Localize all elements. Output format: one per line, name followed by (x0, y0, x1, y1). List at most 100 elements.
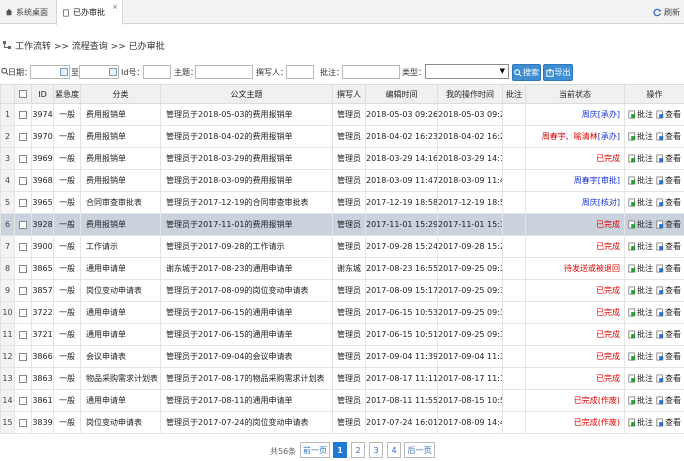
annotate-button[interactable]: 批注 (628, 241, 653, 252)
view-button[interactable]: 查看 (656, 417, 681, 428)
table-row[interactable]: 2 3970 一般 费用报销单 管理员于2018-04-02的费用报销单 管理员 2018-… (0, 125, 684, 148)
table-row[interactable]: 13 3863 一般 物品采购需求计划表 管理员于2017-08-17的物品采购需求计划… (0, 367, 684, 390)
view-button[interactable]: 查看 (656, 285, 681, 296)
annotate-button[interactable]: 批注 (628, 153, 653, 164)
annotate-button[interactable]: 批注 (628, 373, 653, 384)
calendar-icon[interactable] (109, 68, 117, 76)
header-my-op-time[interactable]: 我的操作时间 (437, 84, 503, 104)
table-row[interactable]: 6 3928 一般 费用报销单 管理员于2017-11-01的费用报销单 管理员 2017-… (0, 213, 684, 236)
table-row[interactable]: 9 3857 一般 岗位变动申请表 管理员于2017-08-09的岗位变动申请表 管理员 2… (0, 279, 684, 302)
table-row[interactable]: 3 3969 一般 费用报销单 管理员于2018-03-29的费用报销单 管理员 2018-… (0, 147, 684, 170)
cell-subject[interactable]: 管理员于2017-09-28的工作请示 (160, 235, 333, 258)
view-button[interactable]: 查看 (656, 197, 681, 208)
subject-field[interactable] (195, 65, 253, 79)
view-button[interactable]: 查看 (656, 131, 681, 142)
annotate-button[interactable]: 批注 (628, 263, 653, 274)
view-button[interactable]: 查看 (656, 395, 681, 406)
author-field[interactable] (286, 65, 314, 79)
calendar-icon[interactable] (60, 68, 68, 76)
annotate-button[interactable]: 批注 (628, 351, 653, 362)
annotate-button[interactable]: 批注 (628, 175, 653, 186)
row-checkbox-cell[interactable] (14, 389, 32, 412)
header-edit-time[interactable]: 编辑时间 (365, 84, 438, 104)
row-checkbox-cell[interactable] (14, 257, 32, 280)
annotate-button[interactable]: 批注 (628, 197, 653, 208)
cell-subject[interactable]: 管理员于2017-07-24的岗位变动申请表 (160, 411, 333, 434)
view-button[interactable]: 查看 (656, 373, 681, 384)
view-button[interactable]: 查看 (656, 263, 681, 274)
row-checkbox-cell[interactable] (14, 169, 32, 192)
view-button[interactable]: 查看 (656, 153, 681, 164)
cell-subject[interactable]: 谢东城于2017-08-23的通用申请单 (160, 257, 333, 280)
row-checkbox-cell[interactable] (14, 301, 32, 324)
header-select-all[interactable] (14, 84, 32, 104)
annotate-button[interactable]: 批注 (628, 109, 653, 120)
cell-subject[interactable]: 管理员于2018-03-09的费用报销单 (160, 169, 333, 192)
checkbox[interactable] (19, 396, 27, 405)
header-id[interactable]: ID (31, 84, 54, 104)
annotate-button[interactable]: 批注 (628, 417, 653, 428)
checkbox[interactable] (19, 242, 27, 251)
checkbox[interactable] (19, 418, 27, 427)
row-checkbox-cell[interactable] (14, 235, 32, 258)
cell-subject[interactable]: 管理员于2017-08-11的通用申请单 (160, 389, 333, 412)
table-row[interactable]: 11 3721 一般 通用申请单 管理员于2017-06-15的通用申请单 管理员 2017… (0, 323, 684, 346)
checkbox[interactable] (19, 330, 27, 339)
annotate-button[interactable]: 批注 (628, 131, 653, 142)
view-button[interactable]: 查看 (656, 175, 681, 186)
view-button[interactable]: 查看 (656, 307, 681, 318)
table-row[interactable]: 5 3965 一般 合同审查审批表 管理员于2017-12-19的合同审查审批表 管理员 2… (0, 191, 684, 214)
row-checkbox-cell[interactable] (14, 103, 32, 126)
cell-subject[interactable]: 管理员于2017-06-15的通用申请单 (160, 301, 333, 324)
annotate-button[interactable]: 批注 (628, 219, 653, 230)
cell-subject[interactable]: 管理员于2017-11-01的费用报销单 (160, 213, 333, 236)
checkbox[interactable] (19, 176, 27, 185)
annotate-button[interactable]: 批注 (628, 329, 653, 340)
table-row[interactable]: 1 3974 一般 费用报销单 管理员于2018-05-03的费用报销单 管理员 2018-… (0, 103, 684, 126)
header-urgency[interactable]: 紧急度 (53, 84, 81, 104)
cell-subject[interactable]: 管理员于2017-06-15的通用申请单 (160, 323, 333, 346)
checkbox[interactable] (19, 110, 27, 119)
cell-subject[interactable]: 管理员于2017-09-04的会议申请表 (160, 345, 333, 368)
checkbox[interactable] (19, 220, 27, 229)
cell-subject[interactable]: 管理员于2018-03-29的费用报销单 (160, 147, 333, 170)
table-row[interactable]: 10 3722 一般 通用申请单 管理员于2017-06-15的通用申请单 管理员 2017… (0, 301, 684, 324)
checkbox[interactable] (19, 264, 27, 273)
row-checkbox-cell[interactable] (14, 279, 32, 302)
header-subject[interactable]: 公文主题 (160, 84, 333, 104)
header-note[interactable]: 批注 (502, 84, 526, 104)
checkbox[interactable] (19, 154, 27, 163)
annotate-button[interactable]: 批注 (628, 395, 653, 406)
view-button[interactable]: 查看 (656, 241, 681, 252)
checkbox[interactable] (19, 198, 27, 207)
tab-done-approvals[interactable]: 已办审批 × (56, 0, 123, 25)
checkbox[interactable] (19, 352, 27, 361)
type-select[interactable]: ▼ (425, 64, 509, 79)
header-author[interactable]: 撰写人 (332, 84, 366, 104)
row-checkbox-cell[interactable] (14, 411, 32, 434)
view-button[interactable]: 查看 (656, 329, 681, 340)
checkbox[interactable] (19, 90, 27, 98)
header-status[interactable]: 当前状态 (525, 84, 625, 104)
page-2-button[interactable]: 2 (351, 442, 365, 458)
row-checkbox-cell[interactable] (14, 213, 32, 236)
row-checkbox-cell[interactable] (14, 147, 32, 170)
row-checkbox-cell[interactable] (14, 345, 32, 368)
page-3-button[interactable]: 3 (369, 442, 383, 458)
annotate-button[interactable]: 批注 (628, 285, 653, 296)
table-row[interactable]: 4 3968 一般 费用报销单 管理员于2018-03-09的费用报销单 管理员 2018-… (0, 169, 684, 192)
row-checkbox-cell[interactable] (14, 125, 32, 148)
page-4-button[interactable]: 4 (387, 442, 401, 458)
view-button[interactable]: 查看 (656, 351, 681, 362)
header-category[interactable]: 分类 (80, 84, 161, 104)
export-button[interactable]: 导出 (543, 64, 573, 81)
cell-subject[interactable]: 管理员于2017-08-17的物品采购需求计划表 (160, 367, 333, 390)
row-checkbox-cell[interactable] (14, 191, 32, 214)
close-icon[interactable]: × (112, 3, 118, 11)
table-row[interactable]: 8 3865 一般 通用申请单 谢东城于2017-08-23的通用申请单 谢东城 2017-… (0, 257, 684, 280)
checkbox[interactable] (19, 308, 27, 317)
checkbox[interactable] (19, 374, 27, 383)
date-from-field[interactable] (30, 65, 70, 79)
table-row[interactable]: 14 3861 一般 通用申请单 管理员于2017-08-11的通用申请单 管理员 2017… (0, 389, 684, 412)
view-button[interactable]: 查看 (656, 109, 681, 120)
